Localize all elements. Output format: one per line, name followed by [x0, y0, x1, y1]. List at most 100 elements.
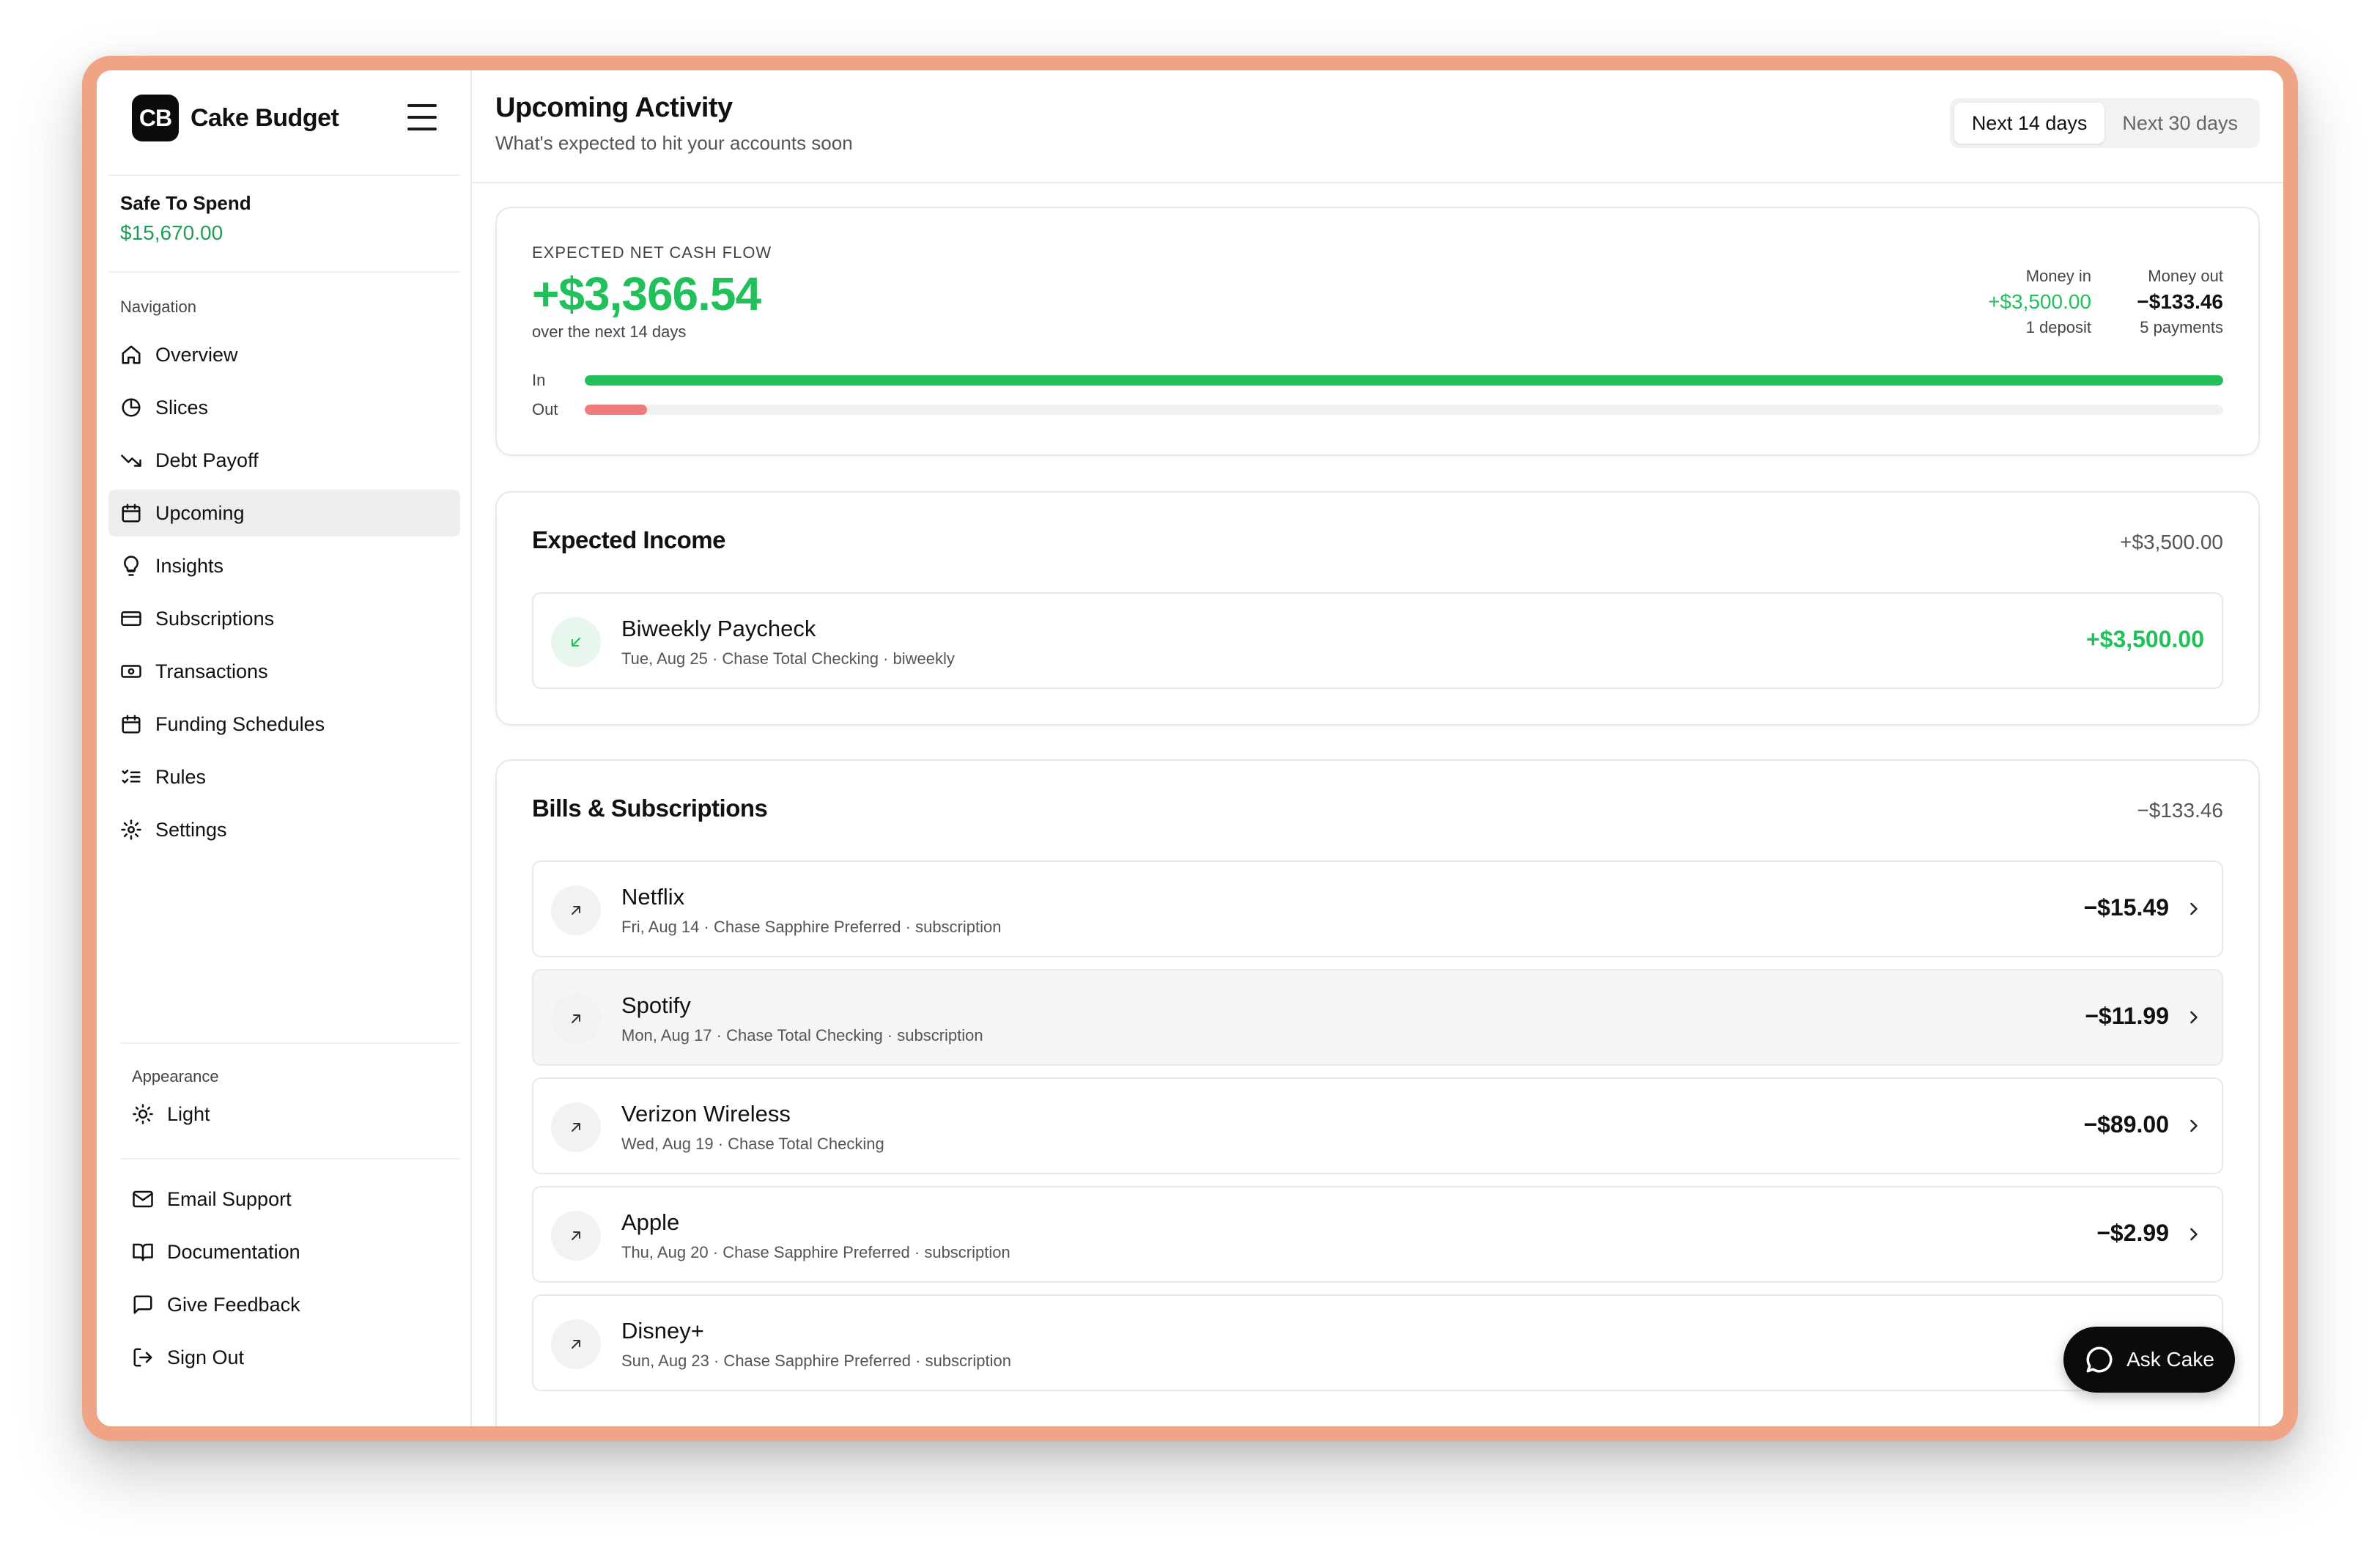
cash-flow-period: over the next 14 days: [532, 322, 687, 341]
bill-meta: Mon, Aug 17 · Chase Total Checking · sub…: [621, 1026, 983, 1044]
support-label: Email Support: [167, 1187, 292, 1210]
sign-out-link[interactable]: Sign Out: [120, 1337, 443, 1378]
income-row[interactable]: Biweekly Paycheck Tue, Aug 25 · Chase To…: [532, 592, 2223, 689]
ask-cake-label: Ask Cake: [2126, 1348, 2214, 1371]
main-content: Upcoming Activity What's expected to hit…: [472, 70, 2283, 1426]
chevron-right-icon: [2190, 1119, 2198, 1132]
bill-row[interactable]: Disney+ Sun, Aug 23 · Chase Sapphire Pre…: [532, 1294, 2223, 1391]
bill-meta: Fri, Aug 14 · Chase Sapphire Preferred ·…: [621, 918, 1002, 936]
menu-toggle-icon[interactable]: [407, 104, 437, 130]
nav-title: Navigation: [120, 298, 196, 316]
support-label: Sign Out: [167, 1346, 245, 1368]
sidebar-item-label: Insights: [155, 554, 224, 577]
bill-row[interactable]: Spotify Mon, Aug 17 · Chase Total Checki…: [532, 969, 2223, 1066]
mail-icon: [133, 1190, 153, 1208]
brand-name: Cake Budget: [191, 103, 339, 132]
chevron-right-icon: [2190, 902, 2198, 915]
income-section-title: Expected Income: [532, 526, 725, 553]
money-out-count: 5 payments: [2140, 318, 2223, 336]
money-in-value: +$3,500.00: [1988, 290, 2091, 313]
window-frame: CB Cake Budget Safe To Spend $15,670.00 …: [82, 56, 2298, 1441]
range-30-days-button[interactable]: Next 30 days: [2104, 103, 2255, 144]
divider: [108, 271, 460, 273]
arrow-up-right-icon: [551, 994, 601, 1044]
give-feedback-link[interactable]: Give Feedback: [120, 1284, 443, 1325]
calendar-icon: [122, 715, 141, 734]
sidebar-item-overview[interactable]: Overview: [108, 331, 460, 378]
sidebar-item-subscriptions[interactable]: Subscriptions: [108, 595, 460, 642]
bill-amount: −$89.00: [2083, 1111, 2169, 1138]
sidebar-item-upcoming[interactable]: Upcoming: [108, 490, 460, 537]
income-name: Biweekly Paycheck: [621, 616, 816, 641]
home-icon: [122, 345, 141, 364]
sidebar-item-rules[interactable]: Rules: [108, 753, 460, 800]
bar-out-label: Out: [532, 400, 558, 419]
range-14-days-button[interactable]: Next 14 days: [1954, 103, 2105, 144]
bill-row[interactable]: Verizon Wireless Wed, Aug 19 · Chase Tot…: [532, 1077, 2223, 1174]
message-square-icon: [133, 1295, 152, 1314]
nav-list: Overview Slices Debt Payoff Upcoming Ins…: [108, 331, 460, 859]
sidebar-item-label: Settings: [155, 818, 227, 841]
documentation-link[interactable]: Documentation: [120, 1231, 443, 1272]
bills-section-total: −$133.46: [2137, 799, 2223, 822]
bill-row[interactable]: Apple Thu, Aug 20 · Chase Sapphire Prefe…: [532, 1186, 2223, 1283]
divider: [108, 174, 460, 176]
banknote-icon: [121, 665, 141, 678]
calendar-icon: [122, 504, 141, 523]
safe-to-spend-label: Safe To Spend: [120, 192, 251, 214]
brand[interactable]: CB Cake Budget: [132, 94, 339, 142]
sidebar-item-settings[interactable]: Settings: [108, 806, 460, 853]
range-selector: Next 14 days Next 30 days: [1949, 98, 2260, 148]
appearance-title: Appearance: [132, 1067, 219, 1086]
bills-section-title: Bills & Subscriptions: [532, 795, 768, 822]
bill-name: Verizon Wireless: [621, 1101, 791, 1127]
chevron-right-icon: [2190, 1011, 2198, 1024]
lightbulb-icon: [124, 556, 138, 576]
income-amount: +$3,500.00: [2085, 626, 2204, 652]
arrow-up-right-icon: [551, 1319, 601, 1369]
bill-name: Apple: [621, 1209, 680, 1235]
bill-meta: Sun, Aug 23 · Chase Sapphire Preferred ·…: [621, 1352, 1011, 1370]
money-out-label: Money out: [2148, 267, 2223, 285]
theme-toggle[interactable]: Light: [120, 1094, 443, 1135]
arrow-up-right-icon: [551, 1102, 601, 1152]
divider: [120, 1158, 460, 1160]
support-links: Email Support Documentation Give Feedbac…: [120, 1179, 443, 1390]
bill-name: Spotify: [621, 992, 691, 1018]
bar-in-fill: [585, 375, 2223, 386]
cash-flow-value: +$3,366.54: [532, 268, 761, 320]
sidebar-item-label: Slices: [155, 396, 209, 419]
sidebar-item-label: Transactions: [155, 660, 268, 682]
support-label: Documentation: [167, 1240, 300, 1263]
bills-card: Bills & Subscriptions −$133.46 Netflix F…: [495, 759, 2260, 1426]
app-window: CB Cake Budget Safe To Spend $15,670.00 …: [97, 70, 2283, 1426]
support-label: Give Feedback: [167, 1293, 300, 1316]
sidebar-item-slices[interactable]: Slices: [108, 384, 460, 431]
income-meta: Tue, Aug 25 · Chase Total Checking · biw…: [621, 649, 955, 668]
sidebar-item-debt-payoff[interactable]: Debt Payoff: [108, 437, 460, 484]
bill-meta: Thu, Aug 20 · Chase Sapphire Preferred ·…: [621, 1243, 1010, 1261]
sidebar-item-insights[interactable]: Insights: [108, 542, 460, 589]
money-in-label: Money in: [2025, 267, 2091, 285]
ask-cake-button[interactable]: Ask Cake: [2063, 1327, 2235, 1393]
sidebar-item-transactions[interactable]: Transactions: [108, 648, 460, 695]
sidebar-item-label: Upcoming: [155, 501, 245, 524]
sidebar-item-label: Debt Payoff: [155, 449, 259, 471]
sidebar-item-funding-schedules[interactable]: Funding Schedules: [108, 701, 460, 748]
arrow-up-right-icon: [551, 1211, 601, 1261]
bar-out-row: Out: [532, 399, 2223, 421]
safe-to-spend-value: $15,670.00: [120, 221, 223, 244]
bar-out-track: [585, 405, 2223, 415]
sun-icon: [133, 1104, 153, 1124]
bill-amount: −$11.99: [2085, 1003, 2169, 1029]
sidebar-item-label: Overview: [155, 343, 238, 366]
bill-row[interactable]: Netflix Fri, Aug 14 · Chase Sapphire Pre…: [532, 860, 2223, 957]
list-checks-icon: [122, 770, 141, 784]
sidebar-item-label: Funding Schedules: [155, 712, 325, 735]
money-out-value: −$133.46: [2137, 290, 2223, 313]
arrow-up-right-icon: [551, 885, 601, 935]
page-header: Upcoming Activity What's expected to hit…: [472, 70, 2283, 183]
bill-meta: Wed, Aug 19 · Chase Total Checking: [621, 1135, 884, 1153]
bill-amount: −$2.99: [2096, 1220, 2169, 1246]
email-support-link[interactable]: Email Support: [120, 1179, 443, 1220]
